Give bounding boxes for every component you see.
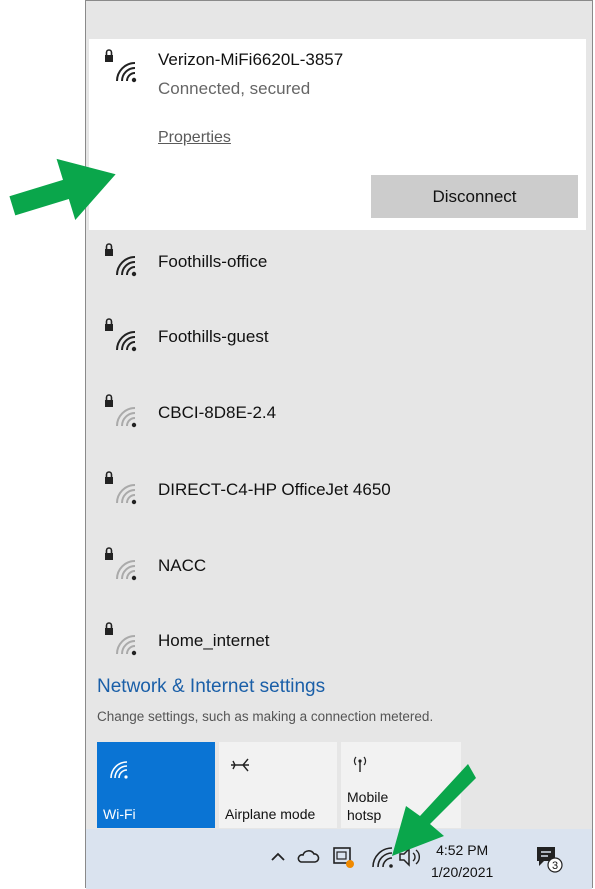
network-name: CBCI-8D8E-2.4 [158,403,277,422]
connected-network-status: Connected, secured [158,79,311,98]
network-list-item[interactable]: Home_internet [86,603,592,679]
airplane-mode-tile[interactable]: Airplane mode [219,742,337,828]
hotspot-label-line2: hotsp [347,807,382,823]
onedrive-cloud-icon[interactable] [296,845,320,869]
annotation-arrow-disconnect [9,158,116,221]
wifi-icon [110,761,128,779]
network-list-item[interactable]: Foothills-office [86,224,592,300]
notification-count: 3 [552,860,558,872]
secured-wifi-icon [105,49,137,83]
airplane-icon [231,758,249,772]
secured-wifi-icon [105,622,137,656]
connected-network-card[interactable]: Verizon-MiFi6620L-3857 Connected, secure… [89,39,586,230]
hotspot-label-line1: Mobile [347,789,389,805]
network-name: Home_internet [158,631,270,650]
network-settings-link[interactable]: Network & Internet settings [97,676,325,698]
secured-wifi-icon [105,471,137,505]
windows-update-icon[interactable] [331,845,355,869]
flyout-top-strip [86,1,592,39]
secured-wifi-icon [105,243,137,277]
connected-network-name: Verizon-MiFi6620L-3857 [158,50,344,69]
hotspot-icon [353,756,367,772]
network-list-item[interactable]: NACC [86,528,592,604]
network-list-item[interactable]: CBCI-8D8E-2.4 [86,375,592,451]
network-list-item[interactable]: Foothills-guest [86,299,592,375]
network-name: DIRECT-C4-HP OfficeJet 4650 [158,480,391,499]
secured-wifi-icon [105,547,137,581]
secured-wifi-icon [105,394,137,428]
network-list-item[interactable]: DIRECT-C4-HP OfficeJet 4650 [86,452,592,528]
clock-date: 1/20/2021 [431,864,494,880]
secured-wifi-icon [105,318,137,352]
chevron-up-icon[interactable] [268,845,288,869]
network-flyout: Verizon-MiFi6620L-3857 Connected, secure… [85,0,593,889]
airplane-tile-label: Airplane mode [225,806,316,822]
wifi-tile-label: Wi-Fi [103,806,136,822]
wifi-toggle-tile[interactable]: Wi-Fi [97,742,215,828]
network-name: Foothills-office [158,252,268,271]
annotation-arrow-wifi-taskbar [392,764,476,856]
network-settings-description: Change settings, such as making a connec… [97,709,434,724]
properties-link[interactable]: Properties [158,129,231,147]
disconnect-button[interactable]: Disconnect [371,175,578,218]
network-name: NACC [158,556,207,575]
hotspot-tile-label: Mobile hotsp [347,788,388,824]
taskbar: 4:52 PM 1/20/2021 3 [86,829,592,889]
notification-center-icon[interactable]: 3 [534,843,564,873]
network-name: Foothills-guest [158,327,269,346]
